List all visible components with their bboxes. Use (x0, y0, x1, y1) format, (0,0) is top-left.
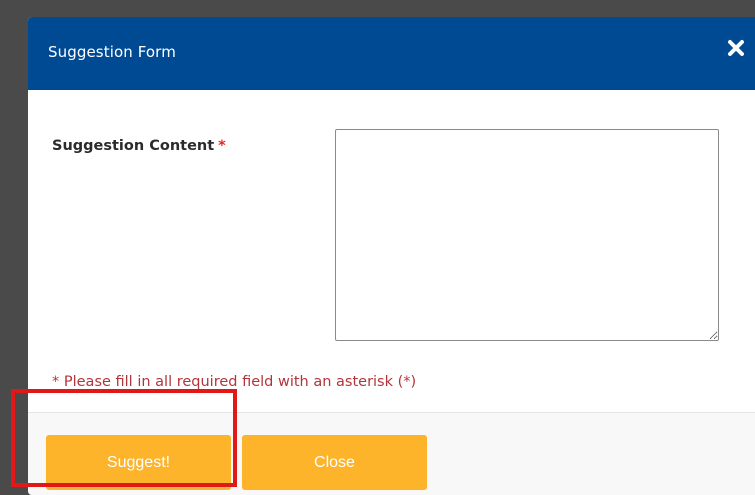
modal-header: Suggestion Form (28, 17, 755, 91)
suggestion-modal: Suggestion Form Suggestion Content * * Pl… (28, 17, 755, 495)
modal-title: Suggestion Form (48, 43, 176, 61)
suggestion-content-label: Suggestion Content * (52, 138, 226, 154)
required-fields-hint: * Please fill in all required field with… (52, 374, 417, 390)
suggest-button[interactable]: Suggest! (46, 435, 231, 490)
modal-footer: Suggest! Close (28, 412, 755, 495)
modal-body: Suggestion Content * * Please fill in all… (28, 90, 755, 412)
close-button[interactable]: Close (242, 435, 427, 490)
required-asterisk: * (218, 138, 226, 154)
suggestion-content-textarea[interactable] (335, 129, 719, 341)
label-text: Suggestion Content (52, 138, 215, 154)
close-icon[interactable] (727, 39, 745, 57)
